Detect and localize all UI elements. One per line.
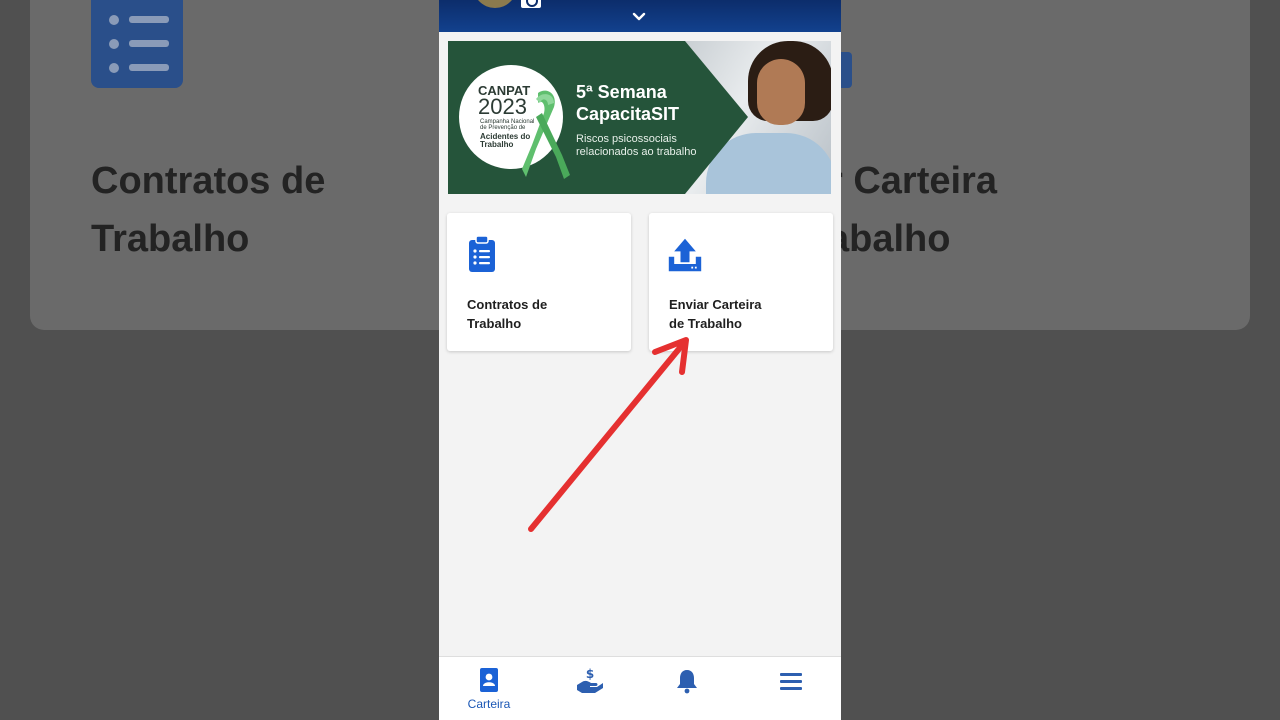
contracts-card[interactable]: Contratos de Trabalho (447, 213, 631, 351)
chevron-down-icon[interactable] (632, 12, 646, 22)
phone-screen: CANPAT 2023 Campanha Nacional de Prevenç… (439, 0, 841, 720)
bell-icon (677, 670, 697, 694)
menu-icon (780, 673, 802, 690)
avatar[interactable] (473, 0, 517, 8)
banner-person-face (757, 59, 805, 125)
banner-headline: 5ª Semana CapacitaSIT (576, 82, 680, 124)
promo-banner[interactable]: CANPAT 2023 Campanha Nacional de Prevenç… (448, 41, 831, 194)
camera-badge-icon[interactable] (521, 0, 541, 8)
background-left-text: Contratos de Trabalho (91, 160, 326, 260)
banner-subtitle: Riscos psicossociais relacionados ao tra… (576, 133, 697, 158)
nav-item-menu[interactable] (741, 657, 841, 720)
svg-text:$: $ (586, 667, 594, 681)
contracts-card-label: Contratos de Trabalho (467, 297, 548, 331)
clipboard-list-icon (469, 235, 495, 272)
send-work-card-label: Enviar Carteira de Trabalho (669, 297, 762, 331)
upload-tray-icon (668, 238, 702, 272)
send-work-card-card[interactable]: Enviar Carteira de Trabalho (649, 213, 833, 351)
bottom-navigation: Carteira $ (439, 656, 841, 720)
hand-money-icon: $ (577, 667, 603, 693)
nav-item-payments[interactable]: $ (540, 657, 640, 720)
top-bar (439, 0, 841, 32)
id-card-icon (480, 668, 498, 692)
green-ribbon-icon (522, 90, 570, 179)
background-right-text: r Carteira abalho (828, 160, 997, 260)
nav-item-notifications[interactable] (637, 657, 737, 720)
background-list-icon (91, 0, 183, 88)
nav-item-carteira[interactable]: Carteira (439, 657, 539, 720)
nav-label-carteira: Carteira (467, 697, 511, 711)
